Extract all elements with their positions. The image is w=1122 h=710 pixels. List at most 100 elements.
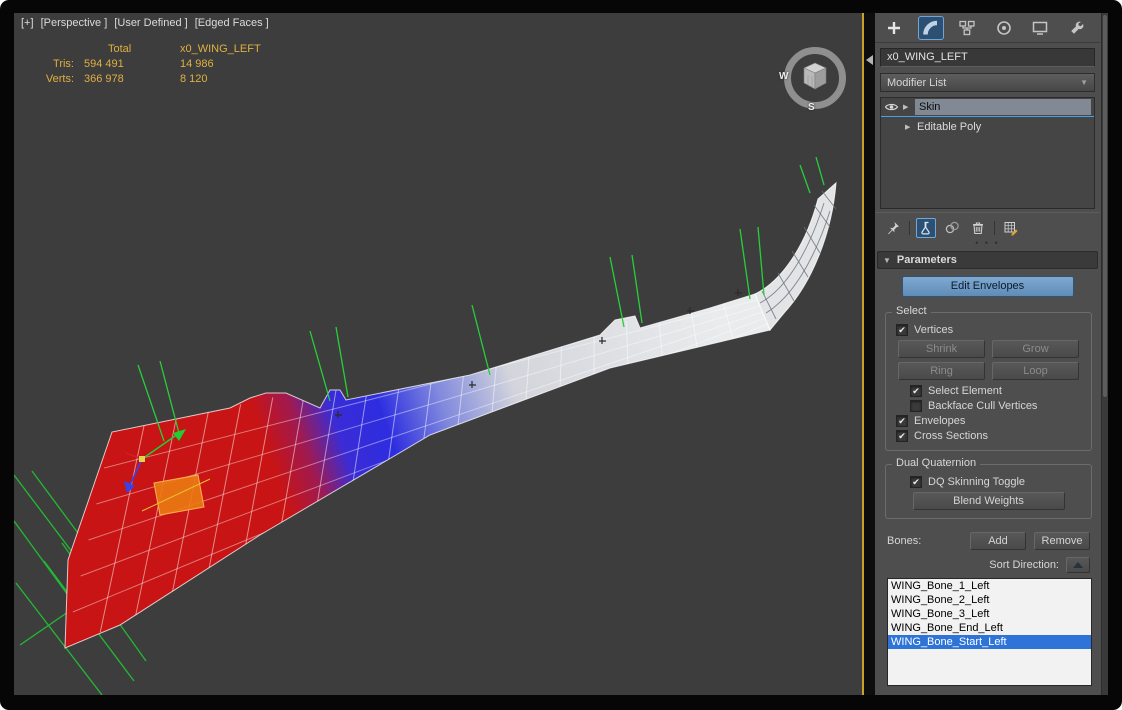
rollout-open-icon: ▼ (883, 256, 891, 265)
bones-row: Bones: Add Remove (887, 532, 1090, 550)
add-bone-button[interactable]: Add (970, 532, 1026, 550)
shrink-button[interactable]: Shrink (898, 340, 985, 358)
sort-ascending-icon (1073, 562, 1083, 568)
panel-splitter[interactable] (864, 13, 875, 695)
select-buttons: Shrink Grow Ring Loop (898, 340, 1079, 380)
viewport-general-menu[interactable]: [+] (21, 17, 34, 29)
tab-display[interactable] (1027, 16, 1053, 40)
checkbox-check-icon: ✔ (910, 385, 922, 397)
application-window: [+] [Perspective ] [User Defined ] [Edge… (0, 0, 1122, 710)
bones-label: Bones: (887, 535, 921, 547)
tab-create[interactable] (881, 16, 907, 40)
stats-verts-total: 366 978 (84, 73, 170, 85)
checkbox-check-icon: ✔ (896, 324, 908, 336)
visibility-eye-icon[interactable] (884, 100, 899, 114)
toolbar-separator (994, 221, 995, 235)
modifier-name[interactable]: Skin (915, 99, 1091, 115)
show-end-result-button[interactable] (916, 218, 936, 238)
perspective-viewport[interactable]: [+] [Perspective ] [User Defined ] [Edge… (14, 13, 864, 695)
envelopes-checkbox[interactable]: ✔ Envelopes (896, 415, 1085, 427)
viewport-shading-menu[interactable]: [User Defined ] (114, 17, 187, 29)
stats-object-header: x0_WING_LEFT (180, 43, 261, 55)
panel-scrollbar[interactable] (1101, 13, 1108, 695)
create-plus-icon (885, 19, 903, 37)
modifier-stack-row-skin[interactable]: ▶ Skin (881, 98, 1094, 117)
cross-sections-label: Cross Sections (914, 430, 988, 442)
select-element-label: Select Element (928, 385, 1002, 397)
sort-direction-label: Sort Direction: (989, 559, 1059, 571)
dq-skinning-toggle-checkbox[interactable]: ✔ DQ Skinning Toggle (910, 476, 1085, 488)
modify-arc-icon (922, 19, 940, 37)
loop-button[interactable]: Loop (992, 362, 1079, 380)
pin-stack-button[interactable] (883, 218, 903, 238)
stats-tris-object: 14 986 (180, 58, 261, 70)
viewport-canvas[interactable] (14, 13, 862, 695)
viewport-label: [+] [Perspective ] [User Defined ] [Edge… (21, 17, 273, 29)
checkbox-check-icon: ✔ (896, 415, 908, 427)
viewcube-south-label[interactable]: S (808, 102, 815, 113)
make-unique-icon (944, 220, 960, 236)
modifier-list-label: Modifier List (887, 77, 946, 89)
envelopes-label: Envelopes (914, 415, 965, 427)
rollout-grip[interactable]: • • • (875, 240, 1100, 247)
bone-list-item[interactable]: WING_Bone_End_Left (888, 621, 1091, 635)
motion-wheel-icon (995, 19, 1013, 37)
command-panel-tabs (875, 13, 1100, 43)
viewport-pov-menu[interactable]: [Perspective ] (41, 17, 108, 29)
stats-tris-total: 594 491 (84, 58, 170, 70)
bone-list-item[interactable]: WING_Bone_2_Left (888, 593, 1091, 607)
bone-list-item[interactable]: WING_Bone_1_Left (888, 579, 1091, 593)
viewcube-cube-icon[interactable] (799, 59, 831, 95)
configure-modifier-sets-button[interactable] (1001, 218, 1021, 238)
configure-sets-icon (1003, 220, 1019, 236)
tab-modify[interactable] (918, 16, 944, 40)
remove-bone-button[interactable]: Remove (1034, 532, 1090, 550)
viewcube-west-label[interactable]: W (779, 71, 788, 82)
trash-icon (970, 220, 986, 236)
make-unique-button[interactable] (942, 218, 962, 238)
panel-collapse-arrow-icon[interactable] (866, 55, 873, 65)
dual-quaternion-group-title: Dual Quaternion (892, 457, 980, 469)
remove-modifier-button[interactable] (968, 218, 988, 238)
checkbox-check-icon: ✔ (896, 430, 908, 442)
flask-icon (919, 221, 934, 236)
rollout-title: Parameters (897, 254, 957, 266)
expand-arrow-icon[interactable]: ▶ (903, 103, 911, 111)
modifier-stack-row-editable-poly[interactable]: ▶ Editable Poly (881, 117, 1094, 136)
cross-sections-checkbox[interactable]: ✔ Cross Sections (896, 430, 1085, 442)
winglet-mesh (755, 183, 836, 330)
expand-arrow-icon[interactable]: ▶ (905, 123, 913, 131)
modifier-name[interactable]: Editable Poly (917, 121, 981, 133)
viewcube[interactable]: W S (782, 45, 848, 111)
tab-motion[interactable] (991, 16, 1017, 40)
edit-envelopes-button[interactable]: Edit Envelopes (902, 276, 1074, 297)
tab-utilities[interactable] (1064, 16, 1090, 40)
display-monitor-icon (1031, 19, 1049, 37)
select-group: Select ✔ Vertices Shrink Grow Ring Loop … (885, 312, 1092, 451)
dual-quaternion-group: Dual Quaternion ✔ DQ Skinning Toggle Ble… (885, 464, 1092, 519)
modifier-list-dropdown[interactable]: Modifier List ▼ (880, 73, 1095, 92)
hierarchy-icon (958, 19, 976, 37)
bone-list[interactable]: WING_Bone_1_Left WING_Bone_2_Left WING_B… (887, 578, 1092, 686)
bone-list-item-selected[interactable]: WING_Bone_Start_Left (888, 635, 1091, 649)
vertices-checkbox[interactable]: ✔ Vertices (896, 324, 1085, 336)
backface-cull-vertices-checkbox[interactable]: Backface Cull Vertices (910, 400, 1085, 412)
chevron-down-icon: ▼ (1080, 78, 1088, 87)
checkbox-empty-icon (910, 400, 922, 412)
toolbar-separator (909, 221, 910, 235)
object-name-field[interactable]: x0_WING_LEFT (880, 48, 1095, 67)
utilities-wrench-icon (1068, 19, 1086, 37)
parameters-rollout-header[interactable]: ▼ Parameters (877, 251, 1098, 269)
viewport-edged-faces-menu[interactable]: [Edged Faces ] (195, 17, 269, 29)
dq-skinning-toggle-label: DQ Skinning Toggle (928, 476, 1025, 488)
ring-button[interactable]: Ring (898, 362, 985, 380)
panel-scrollbar-thumb[interactable] (1103, 15, 1107, 397)
select-element-checkbox[interactable]: ✔ Select Element (910, 385, 1085, 397)
sort-direction-button[interactable] (1066, 557, 1090, 573)
grow-button[interactable]: Grow (992, 340, 1079, 358)
blend-weights-button[interactable]: Blend Weights (913, 492, 1065, 510)
tab-hierarchy[interactable] (954, 16, 980, 40)
stats-verts-object: 8 120 (180, 73, 261, 85)
bone-list-item[interactable]: WING_Bone_3_Left (888, 607, 1091, 621)
pin-icon (885, 220, 901, 236)
